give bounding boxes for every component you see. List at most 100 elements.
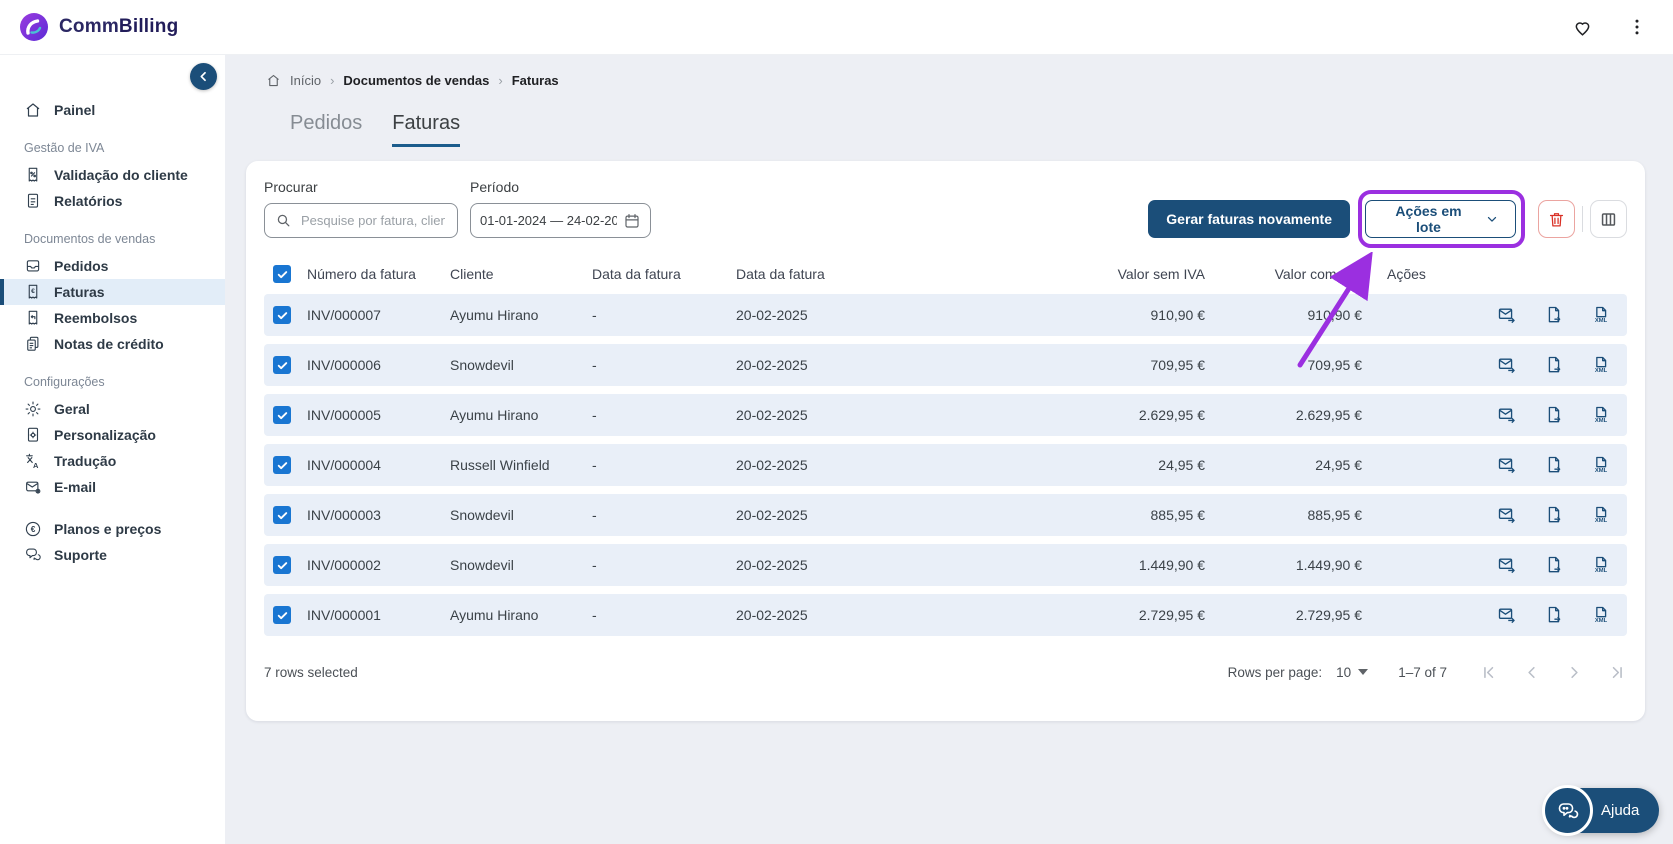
sidebar-item-relatorios[interactable]: Relatórios bbox=[0, 188, 225, 214]
export-xml-button[interactable]: XML bbox=[1591, 355, 1611, 375]
col-header-number[interactable]: Número da fatura bbox=[307, 266, 450, 282]
last-page-button[interactable] bbox=[1608, 663, 1627, 682]
col-header-date1[interactable]: Data da fatura bbox=[592, 266, 736, 282]
delete-button[interactable] bbox=[1538, 200, 1575, 238]
file-export-icon bbox=[1544, 555, 1564, 575]
sidebar-item-email[interactable]: E-mail bbox=[0, 474, 225, 500]
first-page-button[interactable] bbox=[1479, 663, 1498, 682]
row-checkbox[interactable] bbox=[273, 506, 291, 524]
table-row: INV/000003 Snowdevil - 20-02-2025 885,95… bbox=[264, 494, 1627, 536]
invoice-date-cell: - bbox=[592, 357, 597, 373]
send-email-button[interactable] bbox=[1497, 355, 1517, 375]
export-pdf-button[interactable] bbox=[1544, 355, 1564, 375]
overflow-menu-button[interactable] bbox=[1623, 13, 1651, 41]
svg-text:XML: XML bbox=[1595, 468, 1608, 474]
next-page-button[interactable] bbox=[1565, 663, 1584, 682]
export-xml-button[interactable]: XML bbox=[1591, 555, 1611, 575]
col-header-gross[interactable]: Valor com IVA bbox=[1205, 266, 1362, 282]
breadcrumb-level1[interactable]: Documentos de vendas bbox=[343, 73, 489, 88]
sidebar-item-label: Relatórios bbox=[54, 193, 123, 209]
gross-amount-cell: 885,95 € bbox=[1307, 507, 1363, 523]
table-footer: 7 rows selected Rows per page: 10 1–7 of… bbox=[264, 650, 1627, 694]
invoice-date2-cell: 20-02-2025 bbox=[736, 557, 808, 573]
send-email-button[interactable] bbox=[1497, 405, 1517, 425]
app: { "topbar": { "brand_prefix": "Comm", "b… bbox=[0, 0, 1673, 844]
sidebar-item-suporte[interactable]: Suporte bbox=[0, 542, 225, 568]
sidebar-item-notas-credito[interactable]: Notas de crédito bbox=[0, 331, 225, 357]
col-header-net[interactable]: Valor sem IVA bbox=[930, 266, 1205, 282]
export-pdf-button[interactable] bbox=[1544, 555, 1564, 575]
regenerate-invoices-button[interactable]: Gerar faturas novamente bbox=[1148, 200, 1350, 238]
sidebar-item-label: Suporte bbox=[54, 547, 107, 563]
pagination-range-text: 1–7 of 7 bbox=[1398, 664, 1447, 680]
sidebar-item-label: Geral bbox=[54, 401, 90, 417]
column-settings-button[interactable] bbox=[1590, 200, 1627, 238]
row-checkbox[interactable] bbox=[273, 406, 291, 424]
sidebar-collapse-button[interactable] bbox=[190, 63, 217, 90]
row-checkbox[interactable] bbox=[273, 606, 291, 624]
row-checkbox[interactable] bbox=[273, 456, 291, 474]
rows-per-page-label: Rows per page: bbox=[1227, 664, 1323, 680]
columns-icon bbox=[1599, 210, 1618, 229]
export-xml-button[interactable]: XML bbox=[1591, 505, 1611, 525]
svg-text:XML: XML bbox=[1595, 318, 1608, 324]
orders-icon bbox=[24, 257, 42, 275]
xml-file-icon: XML bbox=[1591, 455, 1611, 475]
row-checkbox[interactable] bbox=[273, 556, 291, 574]
sidebar-item-personalizacao[interactable]: Personalização bbox=[0, 422, 225, 448]
col-header-date2[interactable]: Data da fatura bbox=[736, 266, 930, 282]
export-pdf-button[interactable] bbox=[1544, 455, 1564, 475]
sidebar-item-painel[interactable]: Painel bbox=[0, 97, 225, 123]
sidebar-section-documentos-vendas: Documentos de vendas bbox=[24, 232, 156, 246]
send-email-button[interactable] bbox=[1497, 605, 1517, 625]
euro-circle-icon: € bbox=[24, 520, 42, 538]
export-xml-button[interactable]: XML bbox=[1591, 305, 1611, 325]
send-email-button[interactable] bbox=[1497, 305, 1517, 325]
col-header-client[interactable]: Cliente bbox=[450, 266, 592, 282]
row-checkbox[interactable] bbox=[273, 356, 291, 374]
tab-pedidos[interactable]: Pedidos bbox=[290, 112, 362, 147]
chat-bubbles-icon bbox=[24, 546, 42, 564]
sidebar-item-traducao[interactable]: A Tradução bbox=[0, 448, 225, 474]
xml-file-icon: XML bbox=[1591, 405, 1611, 425]
sidebar-item-reembolsos[interactable]: Reembolsos bbox=[0, 305, 225, 331]
mail-forward-icon bbox=[1497, 455, 1517, 475]
row-checkbox[interactable] bbox=[273, 306, 291, 324]
sidebar-item-planos-precos[interactable]: € Planos e preços bbox=[0, 516, 225, 542]
filter-toolbar: Procurar Período 01-01-2024 — 24-02-202 bbox=[264, 179, 1627, 248]
chevron-right-icon: › bbox=[330, 73, 335, 88]
breadcrumb-home[interactable]: Início bbox=[290, 73, 321, 88]
file-export-icon bbox=[1544, 505, 1564, 525]
period-input[interactable]: 01-01-2024 — 24-02-202 bbox=[470, 203, 651, 238]
batch-actions-button[interactable]: Ações em lote bbox=[1365, 200, 1516, 238]
help-button[interactable]: Ajuda bbox=[1542, 785, 1660, 836]
brand-logo-icon bbox=[18, 11, 50, 43]
export-xml-button[interactable]: XML bbox=[1591, 405, 1611, 425]
mail-forward-icon bbox=[1497, 505, 1517, 525]
sidebar-item-validacao-cliente[interactable]: Validação do cliente bbox=[0, 162, 225, 188]
vat-validation-icon bbox=[24, 166, 42, 184]
export-pdf-button[interactable] bbox=[1544, 305, 1564, 325]
favorites-button[interactable] bbox=[1568, 13, 1597, 42]
send-email-button[interactable] bbox=[1497, 455, 1517, 475]
export-xml-button[interactable]: XML bbox=[1591, 605, 1611, 625]
tab-faturas[interactable]: Faturas bbox=[392, 112, 461, 147]
export-pdf-button[interactable] bbox=[1544, 605, 1564, 625]
search-input[interactable] bbox=[299, 212, 447, 229]
heart-icon bbox=[1572, 17, 1593, 38]
send-email-button[interactable] bbox=[1497, 555, 1517, 575]
select-all-checkbox[interactable] bbox=[273, 265, 291, 283]
sidebar-item-geral[interactable]: Geral bbox=[0, 396, 225, 422]
sidebar-item-pedidos[interactable]: Pedidos bbox=[0, 253, 225, 279]
sidebar-item-faturas[interactable]: € Faturas bbox=[0, 279, 225, 305]
client-cell: Snowdevil bbox=[450, 557, 514, 573]
export-pdf-button[interactable] bbox=[1544, 505, 1564, 525]
send-email-button[interactable] bbox=[1497, 505, 1517, 525]
rows-per-page-select[interactable]: 10 bbox=[1336, 665, 1369, 680]
table-row: INV/000007 Ayumu Hirano - 20-02-2025 910… bbox=[264, 294, 1627, 336]
export-pdf-button[interactable] bbox=[1544, 405, 1564, 425]
mail-forward-icon bbox=[1497, 305, 1517, 325]
export-xml-button[interactable]: XML bbox=[1591, 455, 1611, 475]
svg-text:A: A bbox=[33, 461, 39, 470]
previous-page-button[interactable] bbox=[1522, 663, 1541, 682]
